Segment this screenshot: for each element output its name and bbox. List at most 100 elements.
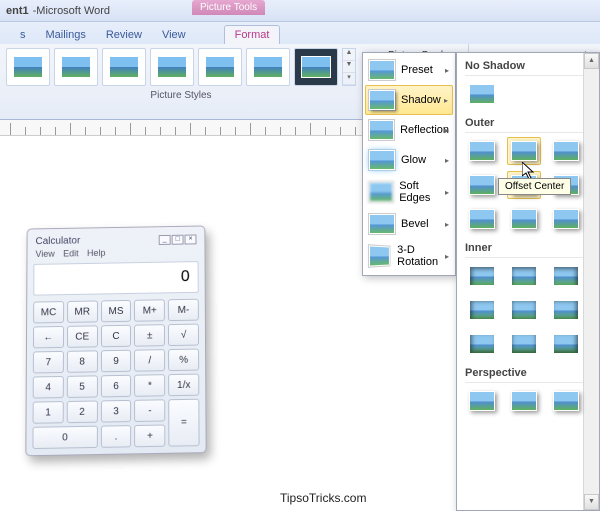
shadow-inner-1[interactable] xyxy=(465,262,499,290)
fx-preset[interactable]: Preset▸ xyxy=(365,55,453,85)
app-name: Microsoft Word xyxy=(36,5,110,17)
close-icon: × xyxy=(185,234,197,244)
calc-key-Mx: M+ xyxy=(134,299,165,321)
calc-window-buttons: _□× xyxy=(158,232,197,244)
tab-mailings[interactable]: Mailings xyxy=(36,26,96,44)
calc-display: 0 xyxy=(33,261,199,296)
bevel-icon xyxy=(369,214,395,234)
scroll-up-icon[interactable]: ▲ xyxy=(584,53,599,69)
preset-icon xyxy=(369,60,395,80)
title-bar: ent1 - Microsoft Word Picture Tools xyxy=(0,0,600,22)
maximize-icon: □ xyxy=(172,235,184,245)
tab-format[interactable]: Format xyxy=(224,25,281,44)
shadow-inner-8[interactable] xyxy=(507,330,541,358)
calc-key-MR: MR xyxy=(67,300,98,322)
calc-key-x: % xyxy=(168,349,199,372)
picture-style-7[interactable] xyxy=(294,48,338,86)
tab-fragment[interactable]: s xyxy=(10,26,36,44)
calc-key-x: * xyxy=(134,374,165,397)
gallery-more[interactable]: ▲▼▾ xyxy=(342,48,356,86)
shadow-inner-6[interactable] xyxy=(549,296,583,324)
calc-key-x: / xyxy=(134,349,165,372)
chevron-right-icon: ▸ xyxy=(445,252,449,261)
picture-style-6[interactable] xyxy=(246,48,290,86)
calc-key-8: 8 xyxy=(67,350,98,373)
group-label-styles: Picture Styles xyxy=(6,90,356,101)
shadow-inner-4[interactable] xyxy=(465,296,499,324)
doc-name: ent1 xyxy=(6,5,29,17)
calc-key-9: 9 xyxy=(101,350,132,373)
glow-icon xyxy=(369,150,395,170)
shadow-inner-7[interactable] xyxy=(465,330,499,358)
calc-title: Calculator xyxy=(35,235,80,247)
shadow-inner-5[interactable] xyxy=(507,296,541,324)
scroll-down-icon[interactable]: ▼ xyxy=(584,494,599,510)
contextual-tab-picture-tools: Picture Tools xyxy=(192,0,265,15)
calc-key-0: 0 xyxy=(32,426,97,449)
picture-style-1[interactable] xyxy=(6,48,50,86)
watermark: TipsoTricks.com xyxy=(280,491,366,505)
calc-key-1xx: 1/x xyxy=(168,374,199,397)
calc-key-7: 7 xyxy=(33,351,64,374)
chevron-right-icon: ▸ xyxy=(445,188,449,197)
shadow-persp-3[interactable] xyxy=(549,387,583,415)
shadow-inner-9[interactable] xyxy=(549,330,583,358)
chevron-right-icon: ▸ xyxy=(444,96,448,105)
scrollbar[interactable]: ▲ ▼ xyxy=(583,53,599,510)
shadow-outer-3[interactable] xyxy=(549,137,583,165)
calc-key-6: 6 xyxy=(101,375,132,398)
fx-soft-edges[interactable]: Soft Edges▸ xyxy=(365,175,453,209)
shadow-section-perspective: Perspective xyxy=(465,364,595,383)
chevron-right-icon: ▸ xyxy=(445,66,449,75)
calculator-image[interactable]: Calculator _□× View Edit Help 0 MCMRMSM+… xyxy=(25,225,206,456)
shadow-icon xyxy=(369,90,395,110)
tab-view[interactable]: View xyxy=(152,26,196,44)
shadow-outer-8[interactable] xyxy=(507,205,541,233)
shadow-inner-3[interactable] xyxy=(549,262,583,290)
reflection-icon xyxy=(369,120,394,140)
calc-key-x: = xyxy=(168,399,199,447)
shadow-inner-2[interactable] xyxy=(507,262,541,290)
calc-key-x: √ xyxy=(168,324,199,346)
picture-style-4[interactable] xyxy=(150,48,194,86)
soft-edges-icon xyxy=(369,182,393,202)
picture-style-5[interactable] xyxy=(198,48,242,86)
picture-style-2[interactable] xyxy=(54,48,98,86)
shadow-outer-2[interactable] xyxy=(507,137,541,165)
picture-style-3[interactable] xyxy=(102,48,146,86)
shadow-persp-1[interactable] xyxy=(465,387,499,415)
calc-key-5: 5 xyxy=(67,375,98,398)
shadow-outer-1[interactable] xyxy=(465,137,499,165)
calc-key-CE: CE xyxy=(67,325,98,347)
shadow-gallery: ▲ ▼ No Shadow Outer Inner Perspective xyxy=(456,52,600,511)
calc-key-MS: MS xyxy=(101,300,132,322)
calc-key-Mx: M- xyxy=(168,299,199,321)
tooltip: Offset Center xyxy=(498,178,571,195)
fx-shadow[interactable]: Shadow▸ xyxy=(365,85,453,115)
shadow-outer-9[interactable] xyxy=(549,205,583,233)
fx-3d-rotation[interactable]: 3-D Rotation▸ xyxy=(365,239,453,273)
calc-key-x: ± xyxy=(134,324,165,346)
fx-bevel[interactable]: Bevel▸ xyxy=(365,209,453,239)
shadow-outer-7[interactable] xyxy=(465,205,499,233)
tab-review[interactable]: Review xyxy=(96,26,152,44)
shadow-section-inner: Inner xyxy=(465,239,595,258)
calc-key-1: 1 xyxy=(33,401,64,424)
shadow-none[interactable] xyxy=(465,80,499,108)
calc-key-x: - xyxy=(134,399,165,422)
chevron-right-icon: ▸ xyxy=(445,126,449,135)
shadow-persp-2[interactable] xyxy=(507,387,541,415)
shadow-outer-4[interactable] xyxy=(465,171,499,199)
calc-key-x: ← xyxy=(33,326,64,348)
ribbon-tabs: s Mailings Review View Format xyxy=(0,22,600,44)
minimize-icon: _ xyxy=(159,235,171,245)
calc-key-x: + xyxy=(134,424,165,447)
fx-glow[interactable]: Glow▸ xyxy=(365,145,453,175)
calc-key-4: 4 xyxy=(33,376,64,399)
chevron-right-icon: ▸ xyxy=(445,156,449,165)
shadow-section-outer: Outer xyxy=(465,114,595,133)
shadow-section-none: No Shadow xyxy=(465,57,595,76)
fx-reflection[interactable]: Reflection▸ xyxy=(365,115,453,145)
rotation-icon xyxy=(369,245,390,266)
calc-key-C: C xyxy=(101,325,132,347)
